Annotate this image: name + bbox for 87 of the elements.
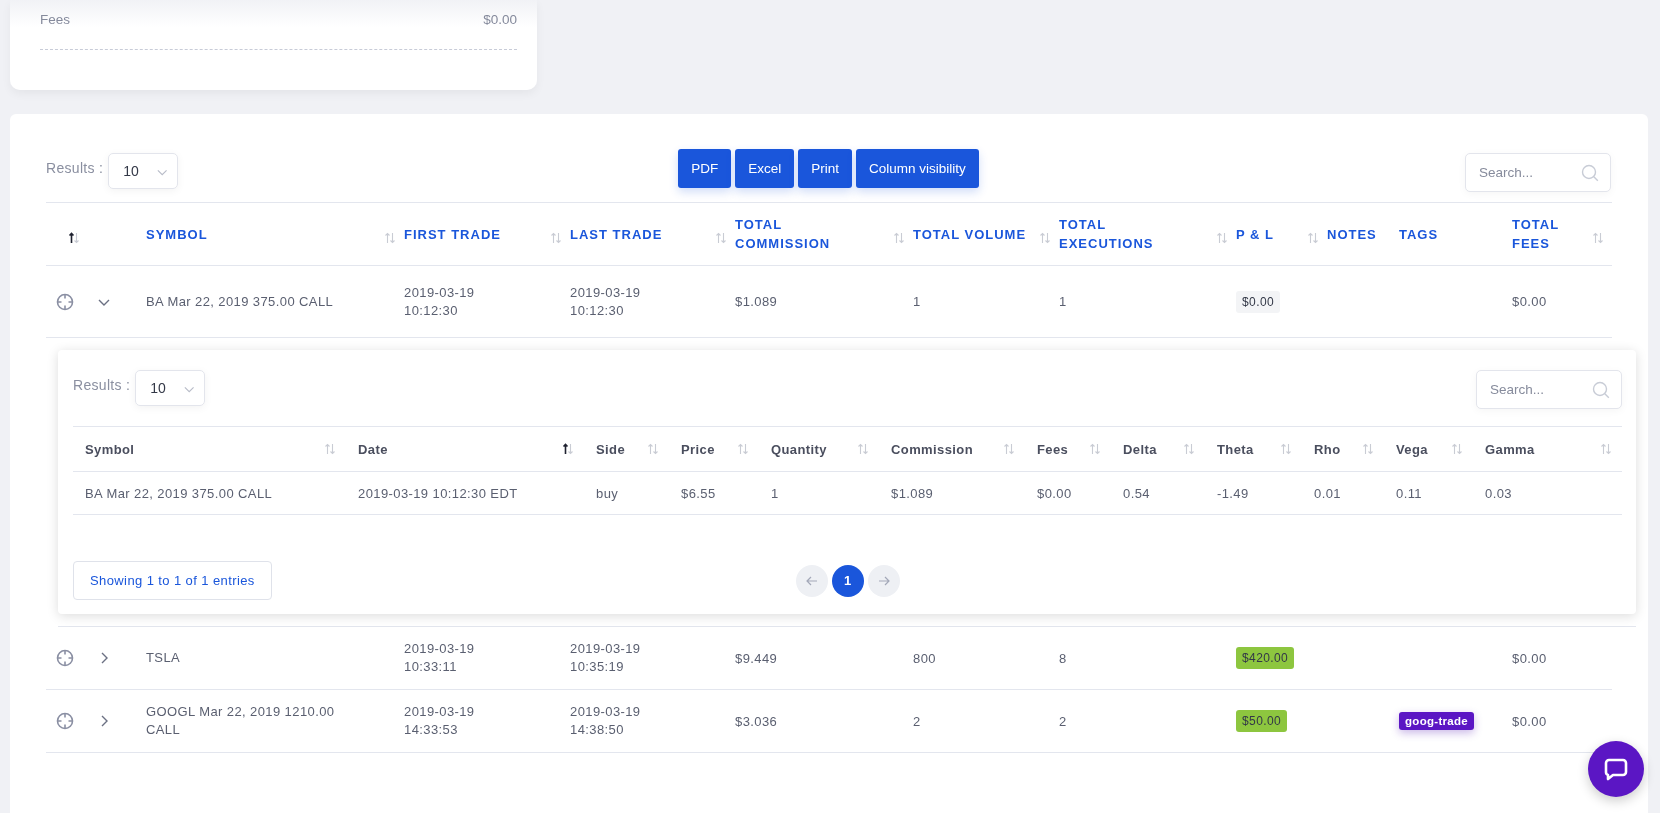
page-button[interactable]: 1	[831, 564, 864, 597]
column-header[interactable]: SYMBOL	[146, 224, 208, 244]
column-header[interactable]: FIRST TRADE	[404, 224, 501, 244]
summary-value: $0.00	[483, 12, 517, 27]
crosshair-icon[interactable]	[56, 649, 74, 667]
search-icon	[1592, 381, 1610, 399]
column-header[interactable]: TOTAL FEES	[1512, 215, 1592, 253]
table-cell: $1.089	[891, 485, 934, 501]
table-cell: $6.55	[681, 485, 716, 501]
column-header[interactable]: Theta	[1217, 441, 1254, 457]
next-page-button[interactable]	[867, 564, 900, 597]
table-cell: $9.449	[735, 650, 778, 666]
table-cell: 0.11	[1396, 485, 1422, 501]
summary-label: Fees	[40, 12, 70, 27]
table-cell-text: 2019-03-19 10:35:19	[570, 640, 642, 676]
export-button[interactable]: Column visibility	[856, 149, 979, 188]
table-cell: $0.00	[1512, 650, 1547, 666]
table-cell: 1	[913, 294, 921, 309]
search-field[interactable]: Search...	[1465, 153, 1611, 192]
table-cell: 0.54	[1123, 485, 1150, 501]
export-button[interactable]: PDF	[678, 149, 732, 188]
table-cell: 0.03	[1485, 485, 1512, 501]
table-cell: $0.00	[1512, 713, 1547, 729]
table-cell-text: 2019-03-19 10:33:11	[404, 640, 476, 676]
column-header[interactable]: Gamma	[1485, 441, 1535, 457]
crosshair-icon[interactable]	[56, 712, 74, 730]
table-cell-text: 2019-03-19 10:12:30	[570, 283, 642, 320]
table-cell: $0.00	[1512, 294, 1547, 309]
results-label: Results :	[73, 377, 131, 393]
column-header[interactable]: Date	[358, 441, 388, 457]
column-header[interactable]: Vega	[1396, 441, 1428, 457]
crosshair-icon[interactable]	[56, 292, 74, 311]
previous-page-button[interactable]	[795, 564, 828, 597]
export-button[interactable]: Print	[798, 149, 852, 188]
table-cell: $3.036	[735, 713, 778, 729]
column-header[interactable]: TOTAL VOLUME	[913, 224, 1027, 244]
column-header[interactable]: Rho	[1314, 441, 1341, 457]
table-cell: BA Mar 22, 2019 375.00 CALL	[85, 485, 273, 501]
column-header[interactable]: Quantity	[771, 441, 827, 457]
results-label: Results :	[46, 160, 104, 176]
table-cell-text: 2019-03-19 14:33:53	[404, 703, 476, 739]
column-header[interactable]: Price	[681, 441, 715, 457]
search-field[interactable]: Search...	[1476, 370, 1622, 409]
entries-info: Showing 1 to 1 of 1 entries	[73, 561, 272, 600]
search-icon	[1581, 164, 1599, 182]
chevron-down-icon	[183, 385, 195, 394]
column-header[interactable]: TOTAL EXECUTIONS	[1059, 215, 1179, 253]
table-cell: 2	[913, 713, 921, 729]
table-cell: $0.00	[1037, 485, 1072, 501]
table-cell: 2	[1059, 713, 1067, 729]
table-cell: BA Mar 22, 2019 375.00 CALL	[146, 292, 334, 311]
arrow-right-icon	[877, 575, 890, 586]
table-cell: buy	[596, 485, 619, 501]
table-cell: -1.49	[1217, 485, 1249, 501]
table-cell: 8	[1059, 650, 1067, 666]
column-header[interactable]: NOTES	[1327, 224, 1377, 244]
arrow-left-icon	[805, 575, 818, 586]
chat-bubble-icon	[1603, 756, 1629, 782]
table-cell-text: GOOGL Mar 22, 2019 1210.00 CALL	[146, 703, 336, 739]
column-header[interactable]: LAST TRADE	[570, 224, 663, 244]
pnl-badge: $420.00	[1236, 647, 1295, 669]
table-cell: 1	[1059, 294, 1067, 309]
column-header[interactable]: P & L	[1236, 224, 1274, 244]
table-cell: 800	[913, 650, 936, 666]
sort-icon[interactable]	[562, 443, 574, 455]
column-header[interactable]: Symbol	[85, 441, 135, 457]
table-cell-text: 2019-03-19 10:12:30	[404, 283, 476, 320]
sort-icon[interactable]	[68, 232, 80, 244]
column-header[interactable]: Fees	[1037, 441, 1069, 457]
table-cell-text: 2019-03-19 14:38:50	[570, 703, 642, 739]
table-cell: 2019-03-19 10:12:30 EDT	[358, 485, 518, 501]
column-header[interactable]: Delta	[1123, 441, 1157, 457]
table-cell: TSLA	[146, 649, 181, 667]
tag-badge[interactable]: goog-trade	[1399, 712, 1475, 730]
column-header[interactable]: TAGS	[1399, 224, 1439, 244]
export-button[interactable]: Excel	[735, 149, 795, 188]
chevron-down-icon	[156, 168, 168, 177]
table-cell: 0.01	[1314, 485, 1341, 501]
column-header[interactable]: Side	[596, 441, 626, 457]
results-select[interactable]: 10	[108, 153, 179, 189]
results-select[interactable]: 10	[135, 370, 206, 406]
column-header[interactable]: TOTAL COMMISSION	[735, 215, 855, 253]
pnl-badge: $0.00	[1236, 290, 1281, 313]
column-header[interactable]: Commission	[891, 441, 973, 457]
table-cell: $1.089	[735, 294, 778, 309]
pnl-badge: $50.00	[1236, 710, 1288, 732]
table-cell: 1	[771, 485, 779, 501]
